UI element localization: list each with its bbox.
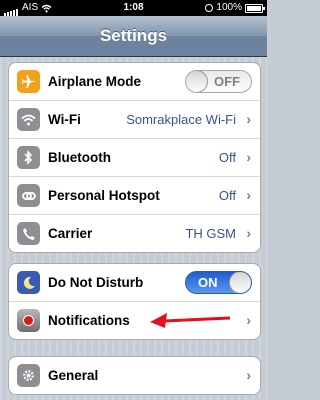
notifications-icon xyxy=(17,309,40,332)
row-general[interactable]: General › xyxy=(9,357,260,394)
row-label: Personal Hotspot xyxy=(48,188,160,203)
annotation-arrow xyxy=(150,313,231,328)
row-airplane-mode[interactable]: Airplane Mode OFF xyxy=(9,63,260,100)
phone-icon xyxy=(17,222,40,245)
row-label: Wi-Fi xyxy=(48,112,81,127)
moon-icon xyxy=(17,271,40,294)
wifi-network-value: Somrakplace Wi-Fi xyxy=(126,112,236,127)
bluetooth-icon xyxy=(17,146,40,169)
row-carrier[interactable]: Carrier TH GSM › xyxy=(9,214,260,252)
row-wifi[interactable]: Wi-Fi Somrakplace Wi-Fi › xyxy=(9,100,260,138)
row-personal-hotspot[interactable]: Personal Hotspot Off › xyxy=(9,176,260,214)
gear-icon xyxy=(17,364,40,387)
chevron-right-icon: › xyxy=(246,149,251,165)
page-title: Settings xyxy=(99,26,168,45)
airplane-icon xyxy=(17,70,40,93)
lock-rotation-icon xyxy=(205,4,214,12)
battery-icon xyxy=(245,3,265,13)
row-label: Carrier xyxy=(48,226,93,241)
row-do-not-disturb[interactable]: Do Not Disturb ON xyxy=(9,264,260,301)
toggle-knob xyxy=(229,272,251,293)
bluetooth-value: Off xyxy=(218,150,236,165)
battery-percent: 100% xyxy=(216,2,242,13)
carrier-value: TH GSM xyxy=(185,226,236,241)
row-label: Airplane Mode xyxy=(48,74,142,89)
navigation-bar: Settings xyxy=(0,16,267,57)
hotspot-value: Off xyxy=(218,188,236,203)
chevron-right-icon: › xyxy=(246,187,251,203)
hotspot-icon xyxy=(17,184,40,207)
row-bluetooth[interactable]: Bluetooth Off › xyxy=(9,138,260,176)
settings-group-general: General › xyxy=(8,356,261,395)
toggle-state: OFF xyxy=(214,74,240,89)
chevron-right-icon: › xyxy=(246,312,251,328)
settings-group-connectivity: Airplane Mode OFF Wi-Fi Somrakplace Wi-F… xyxy=(8,62,261,253)
toggle-state: ON xyxy=(198,275,218,290)
row-label: Notifications xyxy=(48,313,130,328)
airplane-mode-toggle[interactable]: OFF xyxy=(185,70,252,93)
toggle-knob xyxy=(186,71,208,92)
row-label: Bluetooth xyxy=(48,150,111,165)
chevron-right-icon: › xyxy=(246,367,251,383)
chevron-right-icon: › xyxy=(246,225,251,241)
wifi-icon xyxy=(17,108,40,131)
do-not-disturb-toggle[interactable]: ON xyxy=(185,271,252,294)
status-bar: AIS 1:08 100% xyxy=(0,0,267,16)
chevron-right-icon: › xyxy=(246,111,251,127)
row-label: General xyxy=(48,368,99,383)
row-label: Do Not Disturb xyxy=(48,275,144,290)
